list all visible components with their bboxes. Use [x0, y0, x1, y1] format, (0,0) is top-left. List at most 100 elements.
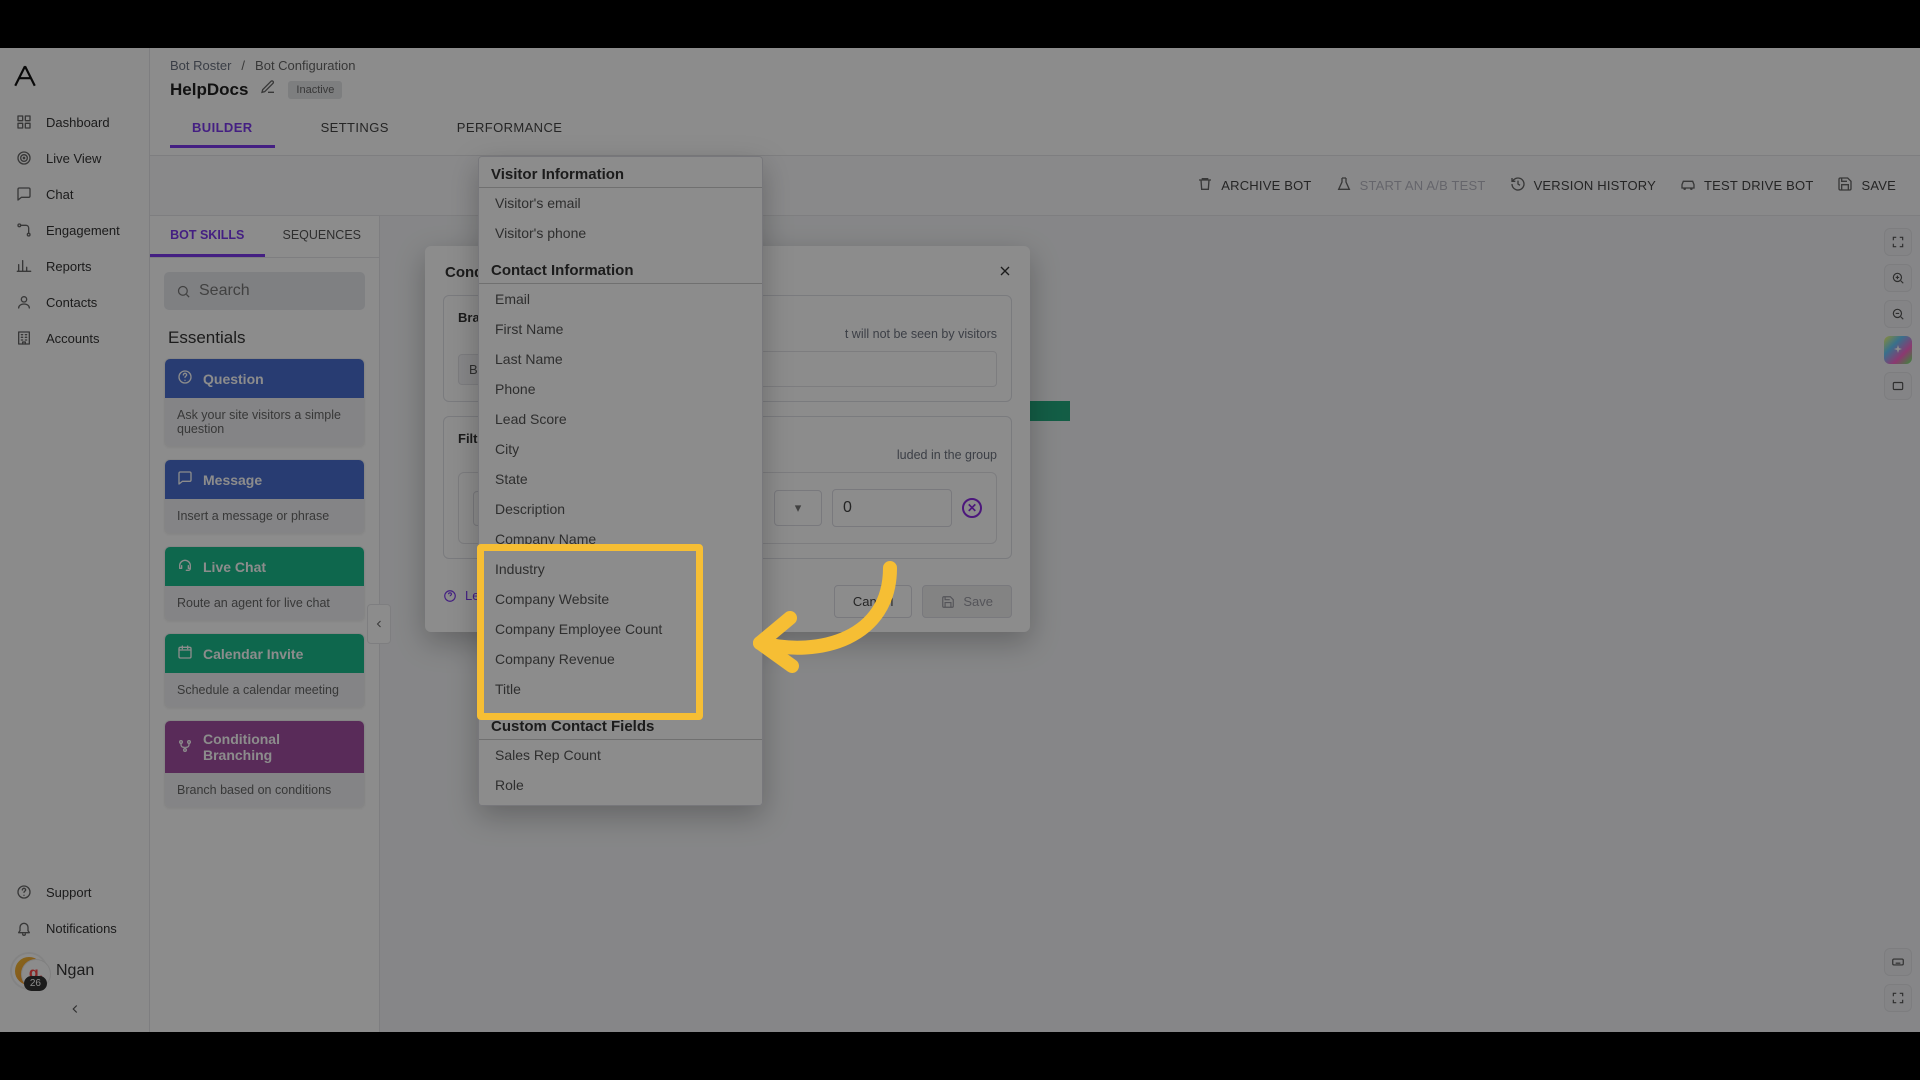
- modal-close-button[interactable]: [994, 260, 1016, 282]
- search-placeholder: Search: [199, 282, 250, 300]
- save-modal-button[interactable]: Save: [922, 585, 1012, 618]
- sidebar-item-label: Reports: [46, 259, 92, 274]
- sidebar-item-support[interactable]: Support: [0, 874, 149, 910]
- dropdown-group-custom-contact-fields: Custom Contact Fields: [479, 712, 762, 740]
- dropdown-item[interactable]: Company Revenue: [479, 644, 762, 674]
- sidebar-item-accounts[interactable]: Accounts: [0, 320, 149, 356]
- skill-title: Conditional Branching: [203, 731, 352, 763]
- breadcrumb-root[interactable]: Bot Roster: [170, 58, 231, 73]
- dropdown-item[interactable]: Last Name: [479, 344, 762, 374]
- rename-button[interactable]: [260, 79, 276, 100]
- eye-icon: [1891, 379, 1905, 393]
- dropdown-item[interactable]: State: [479, 464, 762, 494]
- skill-title: Question: [203, 371, 264, 387]
- sidebar-item-engagement[interactable]: Engagement: [0, 212, 149, 248]
- tab-performance[interactable]: PERFORMANCE: [435, 110, 585, 148]
- dropdown-group-visitor-information: Visitor Information: [479, 160, 762, 188]
- skill-question[interactable]: QuestionAsk your site visitors a simple …: [164, 358, 365, 447]
- letterbox-top: [0, 0, 1920, 48]
- user-name: Ngan: [56, 962, 94, 980]
- dropdown-item[interactable]: First Name: [479, 314, 762, 344]
- tab-settings[interactable]: SETTINGS: [299, 110, 411, 148]
- field-dropdown[interactable]: Visitor InformationVisitor's emailVisito…: [478, 156, 763, 806]
- version-history-button[interactable]: VERSION HISTORY: [1510, 176, 1656, 195]
- dropdown-item[interactable]: City: [479, 434, 762, 464]
- sidebar-item-reports[interactable]: Reports: [0, 248, 149, 284]
- sidebar-item-contacts[interactable]: Contacts: [0, 284, 149, 320]
- tab-builder[interactable]: BUILDER: [170, 110, 275, 148]
- dropdown-item[interactable]: Role: [479, 770, 762, 800]
- skill-live-chat[interactable]: Live ChatRoute an agent for live chat: [164, 546, 365, 621]
- skills-panel: BOT SKILLS SEQUENCES Search Essentials Q…: [150, 216, 380, 1032]
- dropdown-item[interactable]: Description: [479, 494, 762, 524]
- dropdown-item[interactable]: Sales Rep Count: [479, 740, 762, 770]
- skills-section-title: Essentials: [168, 328, 361, 348]
- app-logo: [0, 48, 149, 104]
- dropdown-item[interactable]: Visitor's email: [479, 188, 762, 218]
- panel-collapse-button[interactable]: [367, 604, 391, 644]
- breadcrumb-sep: /: [241, 58, 245, 73]
- notification-count: 26: [24, 976, 47, 991]
- sparkle-icon: [1892, 344, 1904, 356]
- sidebar-item-notifications[interactable]: Notifications: [0, 910, 149, 946]
- fit-to-screen-button[interactable]: [1884, 228, 1912, 256]
- zoom-out-button[interactable]: [1884, 300, 1912, 328]
- skill-message[interactable]: MessageInsert a message or phrase: [164, 459, 365, 534]
- themes-button[interactable]: [1884, 336, 1912, 364]
- car-icon: [1680, 176, 1696, 195]
- sidebar-item-live-view[interactable]: Live View: [0, 140, 149, 176]
- building-icon: [14, 330, 34, 346]
- fullscreen-button[interactable]: [1884, 984, 1912, 1012]
- sidebar-user[interactable]: g. 26 Ngan: [0, 946, 149, 996]
- zoom-in-icon: [1891, 271, 1905, 285]
- ab-test-button[interactable]: START AN A/B TEST: [1336, 176, 1486, 195]
- skills-search[interactable]: Search: [164, 272, 365, 310]
- bell-icon: [14, 920, 34, 936]
- dropdown-item[interactable]: Visitor's phone: [479, 218, 762, 248]
- sidebar-collapse[interactable]: [0, 996, 149, 1022]
- dropdown-item[interactable]: Email: [479, 284, 762, 314]
- tab-bot-skills[interactable]: BOT SKILLS: [150, 216, 265, 257]
- user-icon: [14, 294, 34, 310]
- bars-icon: [14, 258, 34, 274]
- dropdown-item[interactable]: Jenny is the head of Marketing?: [479, 800, 762, 806]
- sidebar-item-label: Accounts: [46, 331, 99, 346]
- filter-value-input[interactable]: 0: [832, 489, 952, 527]
- dropdown-item[interactable]: Company Name: [479, 524, 762, 554]
- dropdown-item[interactable]: Company Employee Count: [479, 614, 762, 644]
- app-stage: Dashboard Live ViewChatEngagement Reports C…: [0, 48, 1920, 1032]
- dropdown-item[interactable]: Company Website: [479, 584, 762, 614]
- sidebar-item-label: Contacts: [46, 295, 97, 310]
- dropdown-item[interactable]: Title: [479, 674, 762, 704]
- sidebar-item-chat[interactable]: Chat: [0, 176, 149, 212]
- filter-operator-select[interactable]: ▾: [774, 490, 822, 526]
- cancel-button[interactable]: Cancel: [834, 585, 912, 618]
- help-icon: [177, 369, 193, 388]
- archive-bot-button[interactable]: ARCHIVE BOT: [1197, 176, 1311, 195]
- chevron-left-icon: [373, 618, 385, 630]
- sidebar-item-dashboard[interactable]: Dashboard: [0, 104, 149, 140]
- save-button[interactable]: SAVE: [1837, 176, 1896, 195]
- remove-filter-button[interactable]: ✕: [962, 498, 982, 518]
- expand-icon: [1891, 235, 1905, 249]
- help-icon: [443, 589, 457, 603]
- test-drive-button[interactable]: TEST DRIVE BOT: [1680, 176, 1813, 195]
- preview-button[interactable]: [1884, 372, 1912, 400]
- chevron-left-icon: [68, 1002, 82, 1016]
- skill-title: Live Chat: [203, 559, 266, 575]
- zoom-in-button[interactable]: [1884, 264, 1912, 292]
- skill-desc: Branch based on conditions: [165, 773, 364, 807]
- tab-sequences[interactable]: SEQUENCES: [265, 216, 380, 257]
- skill-desc: Schedule a calendar meeting: [165, 673, 364, 707]
- logo-icon: [12, 63, 38, 89]
- chat-icon: [14, 186, 34, 202]
- sidebar-item-label: Dashboard: [46, 115, 110, 130]
- dropdown-item[interactable]: Industry: [479, 554, 762, 584]
- skill-conditional-branching[interactable]: Conditional Branching Branch based on con…: [164, 720, 365, 808]
- keyboard-button[interactable]: [1884, 948, 1912, 976]
- dropdown-item[interactable]: Phone: [479, 374, 762, 404]
- dropdown-item[interactable]: Lead Score: [479, 404, 762, 434]
- avatar: g. 26: [12, 954, 46, 988]
- skill-calendar-invite[interactable]: Calendar InviteSchedule a calendar meeti…: [164, 633, 365, 708]
- status-badge: Inactive: [288, 81, 342, 99]
